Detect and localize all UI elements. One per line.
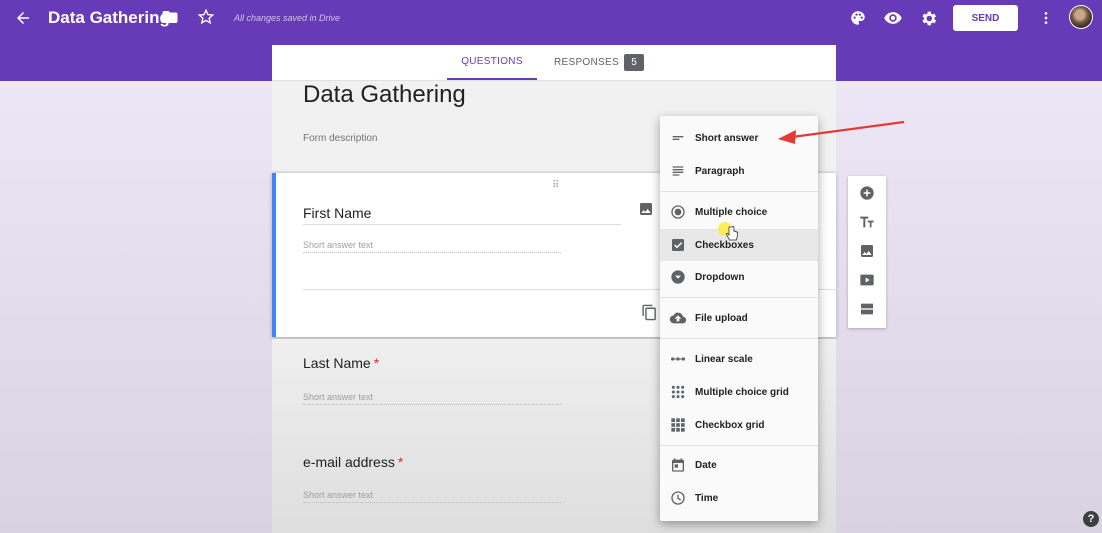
duplicate-icon[interactable] bbox=[640, 302, 658, 322]
hand-cursor-icon bbox=[725, 226, 738, 241]
question-title[interactable]: Last Name * bbox=[303, 355, 379, 371]
menu-item-multiple-choice-grid[interactable]: Multiple choice grid bbox=[660, 376, 818, 408]
menu-item-multiple-choice[interactable]: Multiple choice bbox=[660, 196, 818, 228]
menu-item-checkbox-grid[interactable]: Checkbox grid bbox=[660, 409, 818, 441]
menu-item-label: File upload bbox=[695, 312, 748, 324]
cloud-upload-icon bbox=[669, 309, 687, 327]
drag-handle-icon[interactable]: ⠿ bbox=[552, 180, 560, 191]
menu-item-label: Time bbox=[695, 492, 719, 504]
responses-count-badge: 5 bbox=[624, 54, 644, 71]
question-title-input[interactable]: First Name bbox=[303, 205, 621, 225]
add-title-icon[interactable] bbox=[858, 213, 876, 231]
star-icon[interactable] bbox=[196, 7, 216, 27]
account-avatar[interactable] bbox=[1069, 5, 1093, 29]
checkbox-icon bbox=[669, 236, 687, 254]
menu-item-time[interactable]: Time bbox=[660, 482, 818, 514]
add-image-icon[interactable] bbox=[638, 201, 654, 217]
menu-item-label: Multiple choice bbox=[695, 206, 768, 218]
dropdown-icon bbox=[669, 268, 687, 286]
help-icon[interactable]: ? bbox=[1083, 511, 1099, 527]
short-answer-placeholder: Short answer text bbox=[303, 240, 561, 253]
menu-item-file-upload[interactable]: File upload bbox=[660, 302, 818, 334]
floating-toolbar bbox=[848, 176, 886, 328]
add-image-icon[interactable] bbox=[858, 242, 876, 260]
menu-item-label: Checkbox grid bbox=[695, 419, 765, 431]
grid-squares-icon bbox=[669, 416, 687, 434]
more-vert-icon[interactable] bbox=[1037, 8, 1055, 28]
grid-dots-icon bbox=[669, 383, 687, 401]
menu-item-label: Multiple choice grid bbox=[695, 386, 789, 398]
question-title[interactable]: e-mail address * bbox=[303, 454, 403, 470]
form-tabs: QUESTIONS RESPONSES 5 bbox=[272, 45, 836, 81]
menu-item-date[interactable]: Date bbox=[660, 449, 818, 481]
menu-divider bbox=[660, 445, 818, 446]
menu-item-label: Date bbox=[695, 459, 717, 471]
back-arrow-icon[interactable] bbox=[12, 7, 34, 29]
palette-icon[interactable] bbox=[848, 8, 868, 28]
folder-icon[interactable] bbox=[161, 8, 179, 26]
short-answer-placeholder: Short answer text bbox=[303, 392, 561, 405]
menu-item-label: Linear scale bbox=[695, 353, 753, 365]
preview-eye-icon[interactable] bbox=[883, 8, 903, 28]
menu-item-paragraph[interactable]: Paragraph bbox=[660, 155, 818, 187]
add-section-icon[interactable] bbox=[858, 300, 876, 318]
menu-divider bbox=[660, 191, 818, 192]
form-description-field[interactable]: Form description bbox=[303, 133, 377, 144]
required-asterisk: * bbox=[397, 454, 404, 470]
annotation-arrow bbox=[778, 120, 905, 144]
clock-icon bbox=[669, 489, 687, 507]
menu-item-label: Dropdown bbox=[695, 271, 745, 283]
settings-gear-icon[interactable] bbox=[918, 8, 938, 28]
add-video-icon[interactable] bbox=[858, 271, 876, 289]
tab-questions[interactable]: QUESTIONS bbox=[447, 45, 537, 80]
required-asterisk: * bbox=[373, 355, 380, 371]
menu-divider bbox=[660, 297, 818, 298]
form-title[interactable]: Data Gathering bbox=[303, 81, 466, 109]
menu-item-label: Paragraph bbox=[695, 165, 745, 177]
radio-icon bbox=[669, 203, 687, 221]
menu-item-linear-scale[interactable]: Linear scale bbox=[660, 343, 818, 375]
menu-item-label: Short answer bbox=[695, 132, 759, 144]
paragraph-icon bbox=[669, 162, 687, 180]
linear-scale-icon bbox=[669, 350, 687, 368]
save-status: All changes saved in Drive bbox=[234, 13, 341, 23]
document-title[interactable]: Data Gathering bbox=[48, 8, 170, 28]
question-type-menu: Short answer Paragraph Multiple choice C… bbox=[660, 116, 818, 521]
menu-item-dropdown[interactable]: Dropdown bbox=[660, 261, 818, 293]
add-question-icon[interactable] bbox=[858, 184, 876, 202]
menu-divider bbox=[660, 338, 818, 339]
send-button[interactable]: SEND bbox=[953, 5, 1018, 31]
short-answer-icon bbox=[669, 129, 687, 147]
short-answer-placeholder: Short answer text bbox=[303, 490, 561, 503]
calendar-icon bbox=[669, 456, 687, 474]
menu-item-checkboxes[interactable]: Checkboxes bbox=[660, 229, 818, 261]
tab-responses[interactable]: RESPONSES bbox=[554, 45, 619, 80]
